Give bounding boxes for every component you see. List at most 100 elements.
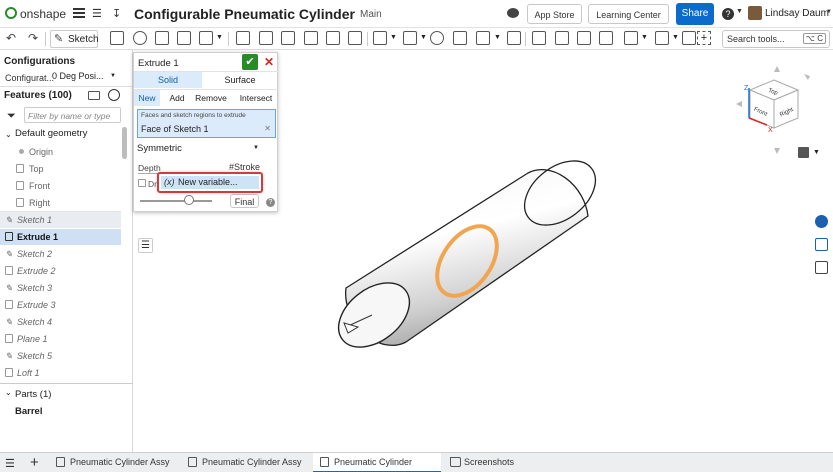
- tab-pneumatic-cylinder-assy-2[interactable]: Pneumatic Cylinder Assy: [188, 453, 312, 472]
- cylinder-part[interactable]: [326, 148, 607, 360]
- frame-icon[interactable]: [599, 31, 613, 45]
- sweep-icon[interactable]: [155, 31, 169, 45]
- view-options-dropdown-icon[interactable]: ▼: [813, 149, 820, 156]
- part-barrel[interactable]: Barrel: [15, 406, 42, 417]
- dropdown-chevron-icon[interactable]: ▼: [216, 34, 223, 41]
- help-icon[interactable]: ?: [266, 198, 275, 207]
- feature-extrude-3[interactable]: Extrude 3: [0, 297, 121, 313]
- user-dropdown-icon[interactable]: ▼: [826, 9, 832, 15]
- onshape-logo-icon[interactable]: [5, 7, 17, 19]
- tab-surface[interactable]: Surface: [206, 72, 274, 88]
- op-tab-add[interactable]: Add: [166, 90, 188, 106]
- delete-part-icon[interactable]: [507, 31, 521, 45]
- tab-manager-icon[interactable]: ☰: [5, 457, 15, 470]
- new-folder-icon[interactable]: [88, 91, 100, 100]
- boolean-icon[interactable]: [430, 31, 444, 45]
- default-geometry-folder[interactable]: Default geometry: [15, 128, 87, 139]
- feature-loft-1[interactable]: Loft 1: [0, 365, 121, 381]
- loft-icon[interactable]: [177, 31, 191, 45]
- help-icon[interactable]: ?: [722, 8, 734, 20]
- default-geometry-chevron-icon[interactable]: ⌄: [5, 130, 12, 139]
- draft-icon[interactable]: [281, 31, 295, 45]
- dropdown-chevron-icon[interactable]: ▼: [390, 34, 397, 41]
- share-button[interactable]: Share: [676, 3, 714, 25]
- tab-solid[interactable]: Solid: [134, 72, 202, 88]
- hamburger-menu-icon[interactable]: [73, 8, 85, 18]
- op-tab-new[interactable]: New: [134, 90, 160, 106]
- feature-extrude-2[interactable]: Extrude 2: [0, 263, 121, 279]
- mirror-icon[interactable]: [403, 31, 417, 45]
- slider-track[interactable]: [140, 200, 212, 202]
- clear-selection-icon[interactable]: ✕: [264, 124, 271, 133]
- tab-pneumatic-cylinder[interactable]: Pneumatic Cylinder: [313, 453, 441, 472]
- view-cube[interactable]: Z X Top Front Right: [732, 60, 822, 160]
- dropdown-chevron-icon[interactable]: ▼: [641, 34, 648, 41]
- feature-list-icon[interactable]: ☰: [138, 238, 153, 253]
- parts-title[interactable]: Parts (1): [15, 389, 51, 400]
- branch-name[interactable]: Main: [360, 9, 382, 20]
- view-options-icon[interactable]: [798, 147, 809, 158]
- feature-right-plane[interactable]: Right: [0, 195, 121, 211]
- thicken-icon[interactable]: [199, 31, 213, 45]
- sketch-button[interactable]: ✎ Sketch: [50, 30, 99, 48]
- filter-icon[interactable]: ⏷: [7, 110, 16, 123]
- app-logo-text[interactable]: onshape: [20, 7, 66, 21]
- versions-icon[interactable]: ↧: [112, 7, 121, 20]
- scrollbar[interactable]: [122, 127, 127, 159]
- curve-icon[interactable]: [655, 31, 669, 45]
- sheet-metal-icon[interactable]: [577, 31, 591, 45]
- add-tab-icon[interactable]: +: [30, 454, 39, 471]
- depth-input[interactable]: #Stroke: [224, 162, 260, 172]
- end-type-select[interactable]: Symmetric ▼: [137, 143, 259, 157]
- tab-screenshots[interactable]: Screenshots: [450, 453, 560, 472]
- variables-panel-icon[interactable]: [815, 261, 828, 274]
- user-name[interactable]: Lindsay Daum: [765, 8, 829, 19]
- fillet-icon[interactable]: [236, 31, 250, 45]
- pattern-icon[interactable]: [373, 31, 387, 45]
- feature-sketch-3[interactable]: ✎ Sketch 3: [0, 280, 121, 296]
- surface-icon[interactable]: [624, 31, 638, 45]
- tab-pneumatic-cylinder-assy-1[interactable]: Pneumatic Cylinder Assy: [56, 453, 194, 472]
- feature-sketch-1[interactable]: ✎ Sketch 1: [0, 212, 121, 228]
- feature-front-plane[interactable]: Front: [0, 178, 121, 194]
- configuration-select[interactable]: 0 Deg Posi... ▼: [52, 71, 118, 83]
- shell-icon[interactable]: [326, 31, 340, 45]
- rib-icon[interactable]: [304, 31, 318, 45]
- split-icon[interactable]: [453, 31, 467, 45]
- add-custom-feature-icon[interactable]: +: [697, 31, 711, 45]
- feature-extrude-1[interactable]: Extrude 1: [0, 229, 121, 245]
- rollback-icon[interactable]: [108, 89, 120, 101]
- feature-top-plane[interactable]: Top: [0, 161, 121, 177]
- confirm-button[interactable]: ✔: [242, 54, 258, 70]
- cancel-button[interactable]: ✕: [262, 54, 276, 70]
- filter-input[interactable]: Filter by name or type: [24, 107, 121, 123]
- op-tab-intersect[interactable]: Intersect: [236, 90, 276, 106]
- dropdown-chevron-icon[interactable]: ▼: [420, 34, 427, 41]
- parts-chevron-icon[interactable]: ⌄: [5, 388, 12, 397]
- learning-center-button[interactable]: Learning Center: [588, 4, 669, 24]
- avatar[interactable]: [748, 6, 762, 20]
- transform-icon[interactable]: [476, 31, 490, 45]
- revolve-icon[interactable]: [133, 31, 147, 45]
- feature-plane-1[interactable]: Plane 1: [0, 331, 121, 347]
- dropdown-chevron-icon[interactable]: ▼: [672, 34, 679, 41]
- faces-selection-field[interactable]: Faces and sketch regions to extrude Face…: [137, 109, 276, 138]
- mate-connector-icon[interactable]: [555, 31, 569, 45]
- slider-handle[interactable]: [184, 195, 194, 205]
- parts-panel-icon[interactable]: [815, 238, 828, 251]
- draft-checkbox[interactable]: [138, 179, 146, 187]
- search-tools-button[interactable]: Search tools... ⌥ C: [722, 30, 830, 48]
- op-tab-remove[interactable]: Remove: [194, 90, 228, 106]
- undo-icon[interactable]: ↶: [6, 31, 16, 45]
- chamfer-icon[interactable]: [259, 31, 273, 45]
- feature-origin[interactable]: Origin: [0, 144, 121, 160]
- final-button[interactable]: Final: [230, 194, 259, 208]
- feature-sketch-4[interactable]: ✎ Sketch 4: [0, 314, 121, 330]
- comments-icon[interactable]: [507, 8, 519, 18]
- plane-icon[interactable]: [532, 31, 546, 45]
- redo-icon[interactable]: ↷: [28, 31, 38, 45]
- app-store-button[interactable]: App Store: [527, 4, 582, 24]
- hole-icon[interactable]: [348, 31, 362, 45]
- new-variable-menu-item[interactable]: (x) New variable...: [157, 172, 263, 193]
- appearance-panel-icon[interactable]: [815, 215, 828, 228]
